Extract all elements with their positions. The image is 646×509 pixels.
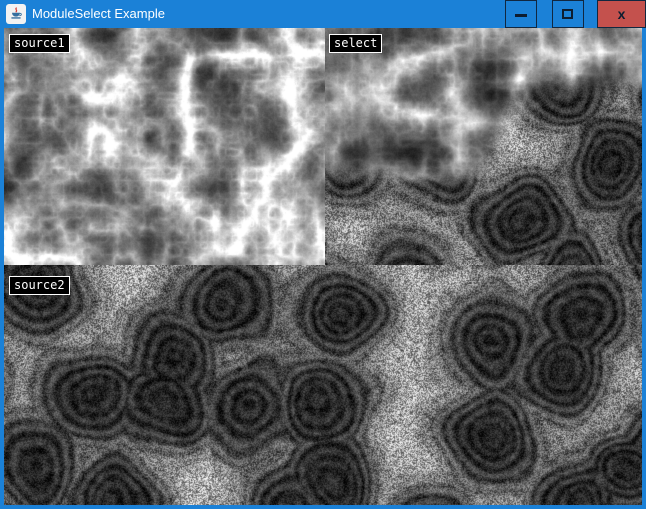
source2-label: source2 — [9, 276, 70, 295]
source2-noise-image — [4, 265, 642, 505]
minimize-icon — [515, 14, 527, 17]
select-noise-image — [325, 28, 642, 265]
source1-label: source1 — [9, 34, 70, 53]
noise-render-area: source1 select source2 — [4, 28, 642, 505]
maximize-icon — [562, 9, 573, 19]
maximize-button[interactable] — [552, 0, 584, 28]
window-title: ModuleSelect Example — [32, 0, 165, 28]
close-icon: x — [618, 6, 626, 22]
java-app-icon[interactable] — [6, 4, 26, 24]
close-button[interactable]: x — [597, 0, 646, 28]
source1-noise-image — [4, 28, 325, 265]
java-coffee-cup-icon — [9, 7, 23, 21]
select-label: select — [329, 34, 382, 53]
titlebar[interactable]: ModuleSelect Example x — [0, 0, 646, 28]
app-window: ModuleSelect Example x source1 select so… — [0, 0, 646, 509]
minimize-button[interactable] — [505, 0, 537, 28]
